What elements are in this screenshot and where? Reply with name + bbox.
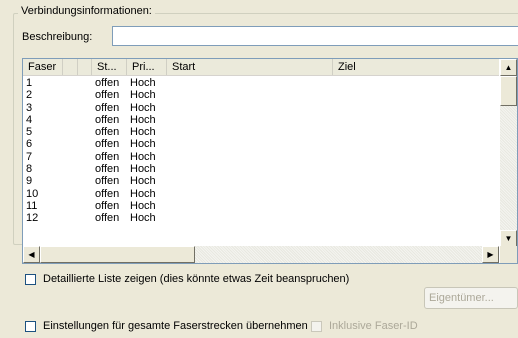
cell-faser: 7 bbox=[26, 150, 33, 163]
cell-faser: 1 bbox=[26, 77, 33, 89]
cell-status: offen bbox=[95, 89, 120, 102]
arrow-right-icon[interactable]: ▶ bbox=[482, 246, 499, 263]
column-header-status[interactable]: St... bbox=[92, 59, 127, 75]
cell-priority: Hoch bbox=[130, 138, 156, 151]
cell-faser: 3 bbox=[26, 101, 33, 114]
cell-priority: Hoch bbox=[130, 163, 156, 176]
cell-faser: 8 bbox=[26, 163, 33, 176]
table-row[interactable]: 5 offen Hoch bbox=[23, 126, 499, 138]
cell-priority: Hoch bbox=[130, 101, 156, 114]
cell-status: offen bbox=[95, 113, 120, 126]
scroll-corner bbox=[500, 246, 517, 263]
cell-status: offen bbox=[95, 150, 120, 163]
cell-status: offen bbox=[95, 199, 120, 212]
cell-priority: Hoch bbox=[130, 89, 156, 102]
arrow-down-icon[interactable]: ▼ bbox=[500, 230, 517, 247]
cell-priority: Hoch bbox=[130, 175, 156, 188]
cell-faser: 5 bbox=[26, 126, 33, 139]
cell-priority: Hoch bbox=[130, 212, 156, 225]
column-header-ziel[interactable]: Ziel bbox=[333, 59, 499, 75]
cell-faser: 10 bbox=[26, 187, 39, 200]
detail-list-checkbox[interactable] bbox=[25, 273, 36, 285]
cell-priority: Hoch bbox=[130, 77, 156, 89]
horizontal-scrollbar[interactable]: ◀ ▶ bbox=[23, 246, 499, 263]
vertical-scrollbar[interactable]: ▲ ▼ bbox=[500, 59, 517, 247]
column-header-start[interactable]: Start bbox=[167, 59, 333, 75]
table-row[interactable]: 12 offen Hoch bbox=[23, 212, 499, 224]
table-row[interactable]: 10 offen Hoch bbox=[23, 188, 499, 200]
detail-list-option[interactable]: Detaillierte Liste zeigen (dies könnte e… bbox=[25, 273, 349, 285]
fiber-list[interactable]: Faser St... Pri... Start Ziel 1 offen Hoch… bbox=[22, 58, 518, 264]
arrow-up-icon[interactable]: ▲ bbox=[500, 59, 517, 76]
cell-faser: 6 bbox=[26, 138, 33, 151]
vertical-scroll-thumb[interactable] bbox=[500, 76, 517, 106]
cell-priority: Hoch bbox=[130, 150, 156, 163]
cell-priority: Hoch bbox=[130, 126, 156, 139]
owner-button[interactable]: Eigentümer... bbox=[424, 287, 518, 309]
cell-faser: 11 bbox=[26, 199, 38, 212]
column-header-blank-2[interactable] bbox=[78, 59, 92, 75]
column-header-faser[interactable]: Faser bbox=[23, 59, 63, 75]
cell-priority: Hoch bbox=[130, 187, 156, 200]
cell-faser: 4 bbox=[26, 113, 33, 126]
cell-faser: 12 bbox=[26, 212, 39, 225]
description-label: Beschreibung: bbox=[22, 31, 93, 43]
list-rows: 1 offen Hoch 2 offen Hoch 3 offen Hoch 4 offen Hoch… bbox=[23, 77, 499, 225]
column-header-priority[interactable]: Pri... bbox=[127, 59, 167, 75]
cell-faser: 2 bbox=[26, 89, 33, 102]
cell-status: offen bbox=[95, 138, 120, 151]
group-title: Verbindungsinformationen: bbox=[18, 4, 155, 18]
arrow-left-icon[interactable]: ◀ bbox=[23, 246, 40, 263]
list-header: Faser St... Pri... Start Ziel bbox=[23, 59, 499, 76]
column-header-blank[interactable] bbox=[63, 59, 78, 75]
description-input[interactable] bbox=[112, 26, 518, 46]
cell-status: offen bbox=[95, 126, 120, 139]
horizontal-scroll-thumb[interactable] bbox=[40, 246, 195, 263]
cell-status: offen bbox=[95, 77, 120, 89]
table-row[interactable]: 7 offen Hoch bbox=[23, 151, 499, 163]
cell-faser: 9 bbox=[26, 175, 33, 188]
apply-settings-option[interactable]: Einstellungen für gesamte Faserstrecken … bbox=[25, 320, 308, 332]
cell-status: offen bbox=[95, 101, 120, 114]
cell-priority: Hoch bbox=[130, 199, 156, 212]
apply-settings-checkbox[interactable] bbox=[25, 320, 36, 332]
cell-status: offen bbox=[95, 187, 120, 200]
table-row[interactable]: 3 offen Hoch bbox=[23, 102, 499, 114]
cell-status: offen bbox=[95, 175, 120, 188]
apply-settings-label: Einstellungen für gesamte Faserstrecken … bbox=[43, 320, 308, 332]
fiber-id-label: Inklusive Faser-ID bbox=[329, 320, 418, 332]
cell-priority: Hoch bbox=[130, 113, 156, 126]
cell-status: offen bbox=[95, 163, 120, 176]
fiber-id-checkbox[interactable] bbox=[311, 320, 322, 332]
table-row[interactable]: 11 offen Hoch bbox=[23, 200, 499, 212]
cell-status: offen bbox=[95, 212, 120, 225]
table-row[interactable]: 6 offen Hoch bbox=[23, 138, 499, 150]
table-row[interactable]: 8 offen Hoch bbox=[23, 163, 499, 175]
table-row[interactable]: 2 offen Hoch bbox=[23, 89, 499, 101]
table-row[interactable]: 1 offen Hoch bbox=[23, 77, 499, 89]
table-row[interactable]: 4 offen Hoch bbox=[23, 114, 499, 126]
table-row[interactable]: 9 offen Hoch bbox=[23, 175, 499, 187]
detail-list-label: Detaillierte Liste zeigen (dies könnte e… bbox=[43, 273, 350, 285]
fiber-id-option[interactable]: Inklusive Faser-ID bbox=[311, 320, 418, 332]
